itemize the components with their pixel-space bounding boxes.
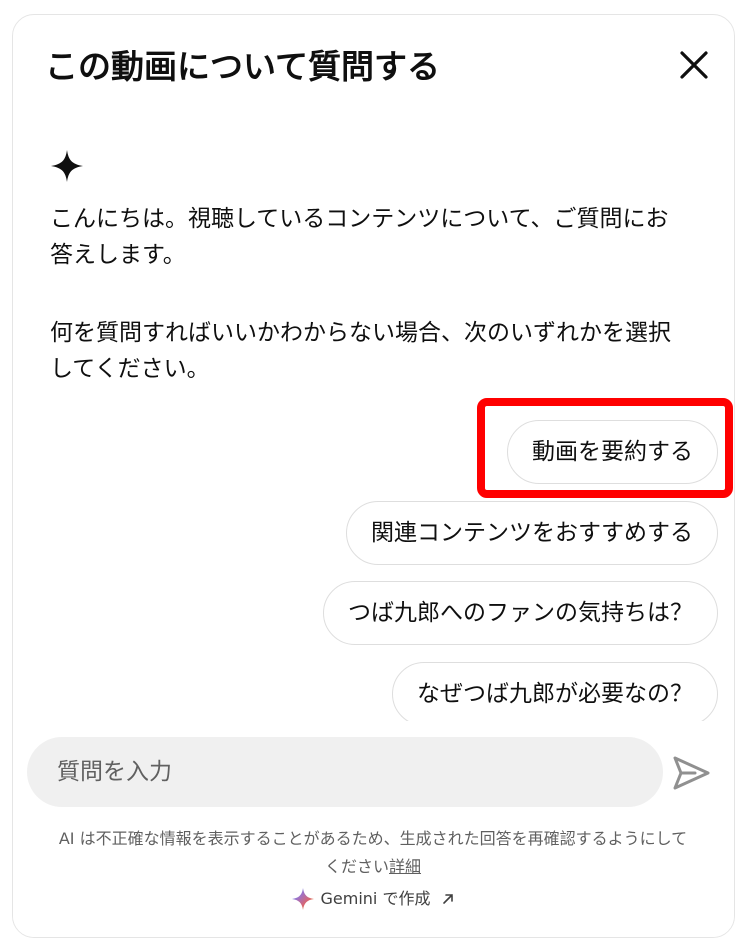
gemini-icon	[291, 888, 314, 910]
panel-header: この動画について質問する	[13, 15, 734, 119]
gemini-label: Gemini で作成	[320, 889, 431, 908]
gemini-attribution[interactable]: Gemini で作成	[13, 885, 734, 913]
chat-area: こんにちは。視聴しているコンテンツについて、ご質問にお答えします。 何を質問すれ…	[13, 119, 734, 723]
send-icon	[673, 756, 710, 790]
ask-about-video-panel: この動画について質問する こんにちは。視聴しているコンテンツについて、ご質問にお…	[12, 14, 735, 938]
details-link[interactable]: 詳細	[389, 857, 421, 876]
suggestion-why-needed[interactable]: なぜつば九郎が必要なの？	[392, 662, 718, 723]
suggestion-summarize-video[interactable]: 動画を要約する	[507, 420, 718, 484]
panel-title: この動画について質問する	[45, 47, 441, 86]
assistant-message: 何を質問すればいいかわからない場合、次のいずれかを選択してください。	[50, 320, 671, 382]
sparkle-icon	[51, 150, 83, 182]
send-button[interactable]	[669, 751, 713, 795]
close-icon	[680, 51, 708, 79]
suggestion-fan-feelings[interactable]: つば九郎へのファンの気持ちは？	[323, 581, 718, 645]
close-button[interactable]	[674, 45, 714, 85]
ai-disclaimer: AI は不正確な情報を表示することがあるため、生成された回答を再確認するようにし…	[53, 825, 693, 881]
question-input-container	[27, 737, 663, 807]
assistant-message: こんにちは。視聴しているコンテンツについて、ご質問にお答えします。	[50, 206, 669, 268]
external-link-icon	[443, 894, 454, 904]
panel-footer: AI は不正確な情報を表示することがあるため、生成された回答を再確認するようにし…	[13, 721, 734, 937]
disclaimer-text: AI は不正確な情報を表示することがあるため、生成された回答を再確認するようにし…	[58, 829, 688, 876]
question-input[interactable]	[27, 737, 663, 807]
suggestion-related-content[interactable]: 関連コンテンツをおすすめする	[346, 501, 718, 565]
